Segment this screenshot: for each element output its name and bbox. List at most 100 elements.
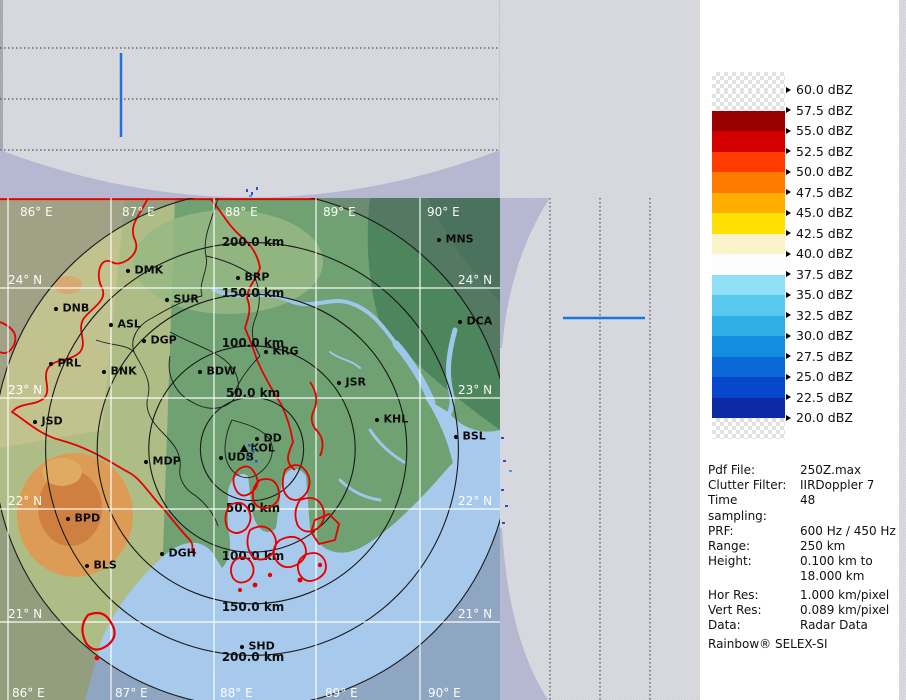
latitude-label-left: 22° N	[8, 494, 42, 508]
city-dot-SUR	[165, 298, 169, 302]
tick-arrow-icon	[786, 312, 791, 318]
longitude-label-bottom: 89° E	[325, 686, 358, 700]
info-row: Height:0.100 km to 18.000 km	[708, 554, 900, 584]
radar-map: 86° E86° E87° E87° E88° E88° E89° E89° E…	[0, 198, 500, 700]
info-row: PRF:600 Hz / 450 Hz	[708, 524, 900, 539]
city-dot-JSD	[33, 420, 37, 424]
tick-arrow-icon	[786, 87, 791, 93]
radar-display-window: 18.0 km 0.1 km	[0, 0, 906, 700]
beam-blockage-wedge-south	[500, 528, 548, 700]
range-ring-label: 200.0 km	[222, 235, 285, 249]
tick-arrow-icon	[786, 128, 791, 134]
city-dot-BRP	[236, 276, 240, 280]
scale-band	[712, 234, 785, 255]
scale-band	[712, 316, 785, 337]
city-dot-DNB	[54, 307, 58, 311]
latitude-label-left: 23° N	[8, 383, 42, 397]
city-dot-BLS	[85, 564, 89, 568]
scale-tick-label: 30.0 dBZ	[786, 328, 853, 343]
city-label-DGH: DGH	[169, 547, 196, 560]
scale-tick-label: 27.5 dBZ	[786, 349, 853, 364]
scale-band-above-max	[712, 72, 785, 90]
longitude-label-bottom: 87° E	[115, 686, 148, 700]
scale-tick-label: 22.5 dBZ	[786, 390, 853, 405]
beam-blockage-wedge	[0, 150, 500, 198]
scale-tick-label: 45.0 dBZ	[786, 205, 853, 220]
city-dot-DGP	[142, 339, 146, 343]
range-ring-label: 150.0 km	[222, 286, 285, 300]
scale-tick-label: 55.0 dBZ	[786, 123, 853, 138]
info-value: IIRDoppler 7	[800, 478, 874, 493]
scale-band	[712, 275, 785, 296]
scale-band	[712, 111, 785, 132]
scale-band	[712, 418, 785, 439]
info-row: Data:Radar Data	[708, 618, 900, 633]
scale-band	[712, 254, 785, 275]
city-dot-JSR	[337, 381, 341, 385]
city-dot-BDW	[198, 370, 202, 374]
info-row: Pdf File:250Z.max	[708, 463, 900, 478]
scale-band	[712, 295, 785, 316]
scale-tick-label: 42.5 dBZ	[786, 226, 853, 241]
city-label-KHL: KHL	[384, 413, 409, 426]
tick-arrow-icon	[786, 415, 791, 421]
tick-arrow-icon	[786, 333, 791, 339]
info-value: 600 Hz / 450 Hz	[800, 524, 896, 539]
scale-band	[712, 213, 785, 234]
info-value: Radar Data	[800, 618, 868, 633]
city-label-BLS: BLS	[94, 559, 117, 572]
city-dot-BSL	[454, 435, 458, 439]
longitude-label-top: 90° E	[427, 205, 460, 219]
city-label-BNK: BNK	[111, 365, 138, 378]
city-dot-KRG	[264, 350, 268, 354]
latitude-label-right: 21° N	[458, 607, 492, 621]
radar-map-panel: 86° E86° E87° E87° E88° E88° E89° E89° E…	[0, 198, 500, 700]
scale-tick-label: 35.0 dBZ	[786, 287, 853, 302]
city-label-SUR: SUR	[174, 293, 200, 306]
city-label-ASL: ASL	[118, 318, 141, 331]
info-label: Pdf File:	[708, 463, 800, 478]
tick-arrow-icon	[786, 148, 791, 154]
city-dot-DMK	[126, 269, 130, 273]
info-row: Time sampling:48	[708, 493, 900, 523]
tick-arrow-icon	[786, 292, 791, 298]
info-label: PRF:	[708, 524, 800, 539]
vertical-cross-section-top	[0, 0, 500, 198]
city-dot-SHD	[240, 645, 244, 649]
scale-tick-label: 50.0 dBZ	[786, 164, 853, 179]
city-label-DGP: DGP	[151, 334, 177, 347]
height-axis-corner: 18.0 km 0.1 km	[500, 0, 706, 198]
city-label-DMK: DMK	[135, 264, 164, 277]
city-dot-UDB	[219, 456, 223, 460]
scale-band	[712, 377, 785, 398]
longitude-label-bottom: 88° E	[220, 686, 253, 700]
latitude-label-right: 22° N	[458, 494, 492, 508]
product-info-block: Pdf File:250Z.maxClutter Filter:IIRDoppl…	[708, 463, 900, 652]
longitude-label-top: 89° E	[323, 205, 356, 219]
latitude-label-left: 21° N	[8, 607, 42, 621]
scale-tick-label: 25.0 dBZ	[786, 369, 853, 384]
scale-tick-label: 57.5 dBZ	[786, 103, 853, 118]
info-row: Clutter Filter:IIRDoppler 7	[708, 478, 900, 493]
tick-arrow-icon	[786, 251, 791, 257]
tick-arrow-icon	[786, 271, 791, 277]
vertical-cross-section-right	[500, 198, 700, 700]
info-value: 250 km	[800, 539, 845, 554]
dbz-color-scale	[712, 72, 785, 439]
tick-arrow-icon	[786, 374, 791, 380]
city-label-SHD: SHD	[249, 640, 275, 653]
right-edge-margin	[899, 0, 906, 700]
scale-tick-label: 52.5 dBZ	[786, 144, 853, 159]
city-dot-MDP	[144, 460, 148, 464]
city-label-MNS: MNS	[446, 233, 474, 246]
echo-specks-right-panel	[501, 437, 512, 524]
scale-tick-label: 40.0 dBZ	[786, 246, 853, 261]
longitude-label-top: 88° E	[225, 205, 258, 219]
scale-band	[712, 357, 785, 378]
info-label: Height:	[708, 554, 800, 584]
scale-tick-label: 32.5 dBZ	[786, 308, 853, 323]
latitude-label-right: 24° N	[458, 273, 492, 287]
city-dot-BPD	[66, 517, 70, 521]
city-dot-MNS	[437, 238, 441, 242]
scale-band	[712, 398, 785, 419]
